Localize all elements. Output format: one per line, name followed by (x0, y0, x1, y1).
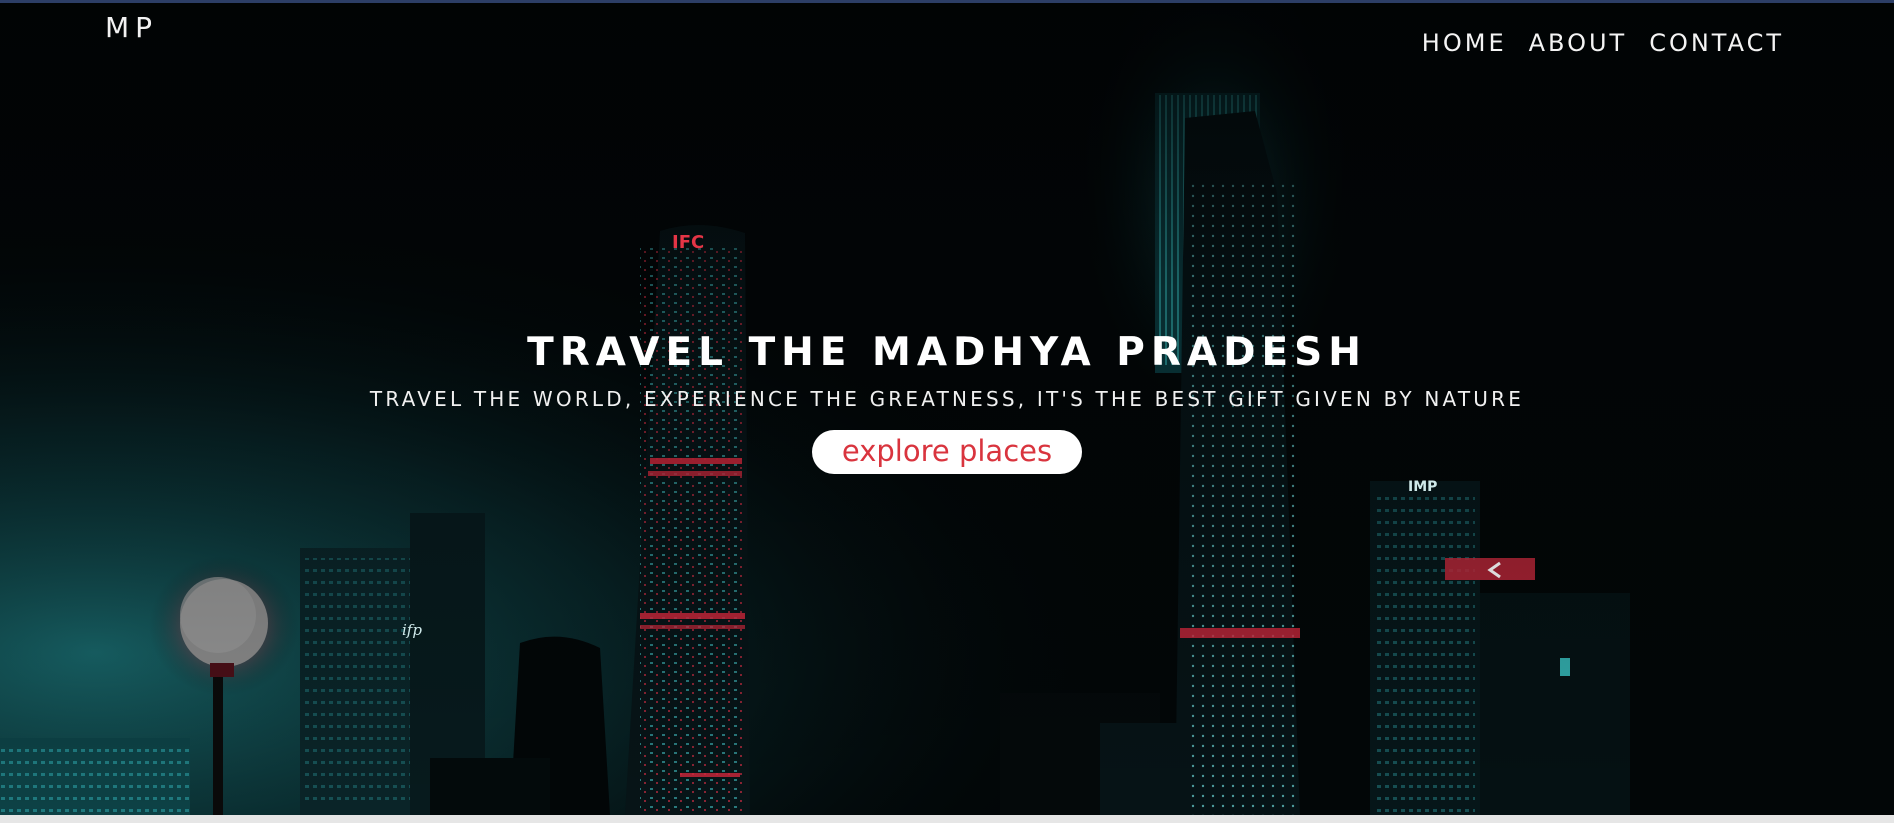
explore-places-button[interactable]: explore places (811, 430, 1083, 474)
nav-about-link[interactable]: ABOUT (1529, 29, 1628, 57)
hero-content: TRAVEL THE MADHYA PRADESH TRAVEL THE WOR… (0, 328, 1894, 474)
hero-subtitle: TRAVEL THE WORLD, EXPERIENCE THE GREATNE… (369, 387, 1525, 411)
imp-sign: IMP (1408, 479, 1437, 495)
hero-section: IFC IMP ifp MP HOME ABOUT CONTACT TRAVEL… (0, 3, 1894, 815)
nav-contact-link[interactable]: CONTACT (1649, 29, 1784, 57)
site-logo[interactable]: MP (105, 11, 158, 44)
hero-title: TRAVEL THE MADHYA PRADESH (527, 330, 1367, 375)
page-bottom-strip (0, 815, 1894, 823)
nav-home-link[interactable]: HOME (1422, 29, 1507, 57)
ifc-sign: IFC (672, 232, 704, 253)
ifp-sign: ifp (402, 621, 422, 639)
main-nav: HOME ABOUT CONTACT (1422, 29, 1784, 57)
